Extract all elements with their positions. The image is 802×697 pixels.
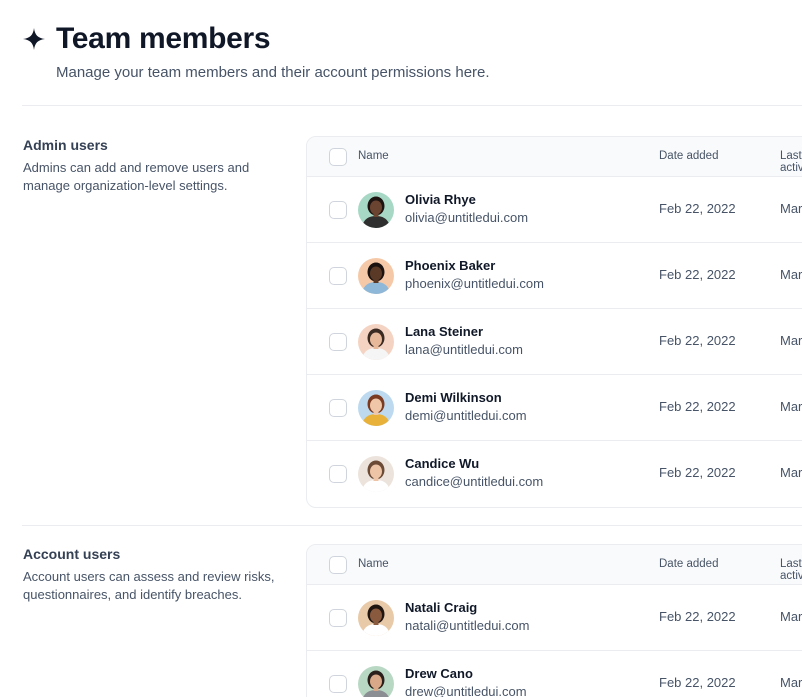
last-active-cell: Mar 20, 2022 [780, 465, 802, 480]
page-title: Team members [56, 22, 271, 55]
avatar [358, 600, 394, 636]
last-active-cell: Mar 20, 2022 [780, 609, 802, 624]
account-section-info: Account users Account users can assess a… [23, 546, 288, 604]
user-name: Drew Cano [405, 666, 473, 681]
sparkle-icon [23, 28, 45, 50]
last-active-cell: Mar 20, 2022 [780, 201, 802, 216]
table-row[interactable]: Demi Wilkinson demi@untitledui.com Feb 22,… [307, 375, 802, 441]
section-description: Admins can add and remove users and mana… [23, 160, 250, 193]
page-header: Team members [22, 22, 271, 56]
column-header-date-added[interactable]: Date added [659, 558, 718, 570]
table-row[interactable]: Candice Wu candice@untitledui.com Feb 22, … [307, 441, 802, 507]
user-name: Candice Wu [405, 456, 480, 471]
table-row[interactable]: Natali Craig natali@untitledui.com Feb 22,… [307, 585, 802, 651]
row-checkbox[interactable] [329, 267, 347, 285]
user-email: demi@untitledui.com [405, 408, 527, 423]
date-added-cell: Feb 22, 2022 [659, 399, 736, 414]
user-name: Demi Wilkinson [405, 390, 502, 405]
last-active-cell: Mar 20, 2022 [780, 399, 802, 414]
section-title: Account users [23, 546, 121, 562]
date-added-cell: Feb 22, 2022 [659, 465, 736, 480]
user-name: Phoenix Baker [405, 258, 496, 273]
date-added-cell: Feb 22, 2022 [659, 609, 736, 624]
date-added-cell: Feb 22, 2022 [659, 333, 736, 348]
user-email: candice@untitledui.com [405, 474, 544, 489]
user-name: Olivia Rhye [405, 192, 476, 207]
row-checkbox[interactable] [329, 609, 347, 627]
select-all-checkbox[interactable] [329, 148, 347, 166]
section-divider [22, 525, 802, 526]
avatar [358, 258, 394, 294]
user-email: drew@untitledui.com [405, 684, 527, 697]
date-added-cell: Feb 22, 2022 [659, 201, 736, 216]
table-row[interactable]: Phoenix Baker phoenix@untitledui.com Feb 2… [307, 243, 802, 309]
column-header-last-active[interactable]: Last active [780, 558, 802, 582]
table-header: Name Date added Last active [307, 137, 802, 177]
page-subtitle: Manage your team members and their accou… [56, 64, 490, 81]
last-active-cell: Mar 20, 2022 [780, 267, 802, 282]
avatar [358, 456, 394, 492]
column-header-name[interactable]: Name [358, 558, 389, 570]
avatar [358, 192, 394, 228]
last-active-cell: Mar 20, 2022 [780, 675, 802, 690]
header-divider [22, 105, 802, 106]
user-email: lana@untitledui.com [405, 342, 523, 357]
row-checkbox[interactable] [329, 201, 347, 219]
table-row[interactable]: Olivia Rhye olivia@untitledui.com Feb 22, … [307, 177, 802, 243]
section-description: Account users can assess and review risk… [23, 569, 275, 602]
select-all-checkbox[interactable] [329, 556, 347, 574]
table-row[interactable]: Lana Steiner lana@untitledui.com Feb 22, 2… [307, 309, 802, 375]
user-email: olivia@untitledui.com [405, 210, 529, 225]
row-checkbox[interactable] [329, 675, 347, 693]
account-users-table: Name Date added Last active Natali Craig nat… [306, 544, 802, 697]
table-header: Name Date added Last active [307, 545, 802, 585]
date-added-cell: Feb 22, 2022 [659, 675, 736, 690]
section-title: Admin users [23, 137, 108, 153]
admin-section-info: Admin users Admins can add and remove us… [23, 137, 288, 195]
avatar [358, 324, 394, 360]
avatar [358, 390, 394, 426]
column-header-name[interactable]: Name [358, 150, 389, 162]
row-checkbox[interactable] [329, 399, 347, 417]
column-header-date-added[interactable]: Date added [659, 150, 718, 162]
user-name: Lana Steiner [405, 324, 484, 339]
avatar [358, 666, 394, 697]
column-header-last-active[interactable]: Last active [780, 150, 802, 174]
admin-users-table: Name Date added Last active Olivia Rhye oliv… [306, 136, 802, 508]
row-checkbox[interactable] [329, 333, 347, 351]
user-name: Natali Craig [405, 600, 478, 615]
last-active-cell: Mar 20, 2022 [780, 333, 802, 348]
date-added-cell: Feb 22, 2022 [659, 267, 736, 282]
user-email: phoenix@untitledui.com [405, 276, 544, 291]
user-email: natali@untitledui.com [405, 618, 530, 633]
table-row[interactable]: Drew Cano drew@untitledui.com Feb 22, 2022… [307, 651, 802, 697]
row-checkbox[interactable] [329, 465, 347, 483]
